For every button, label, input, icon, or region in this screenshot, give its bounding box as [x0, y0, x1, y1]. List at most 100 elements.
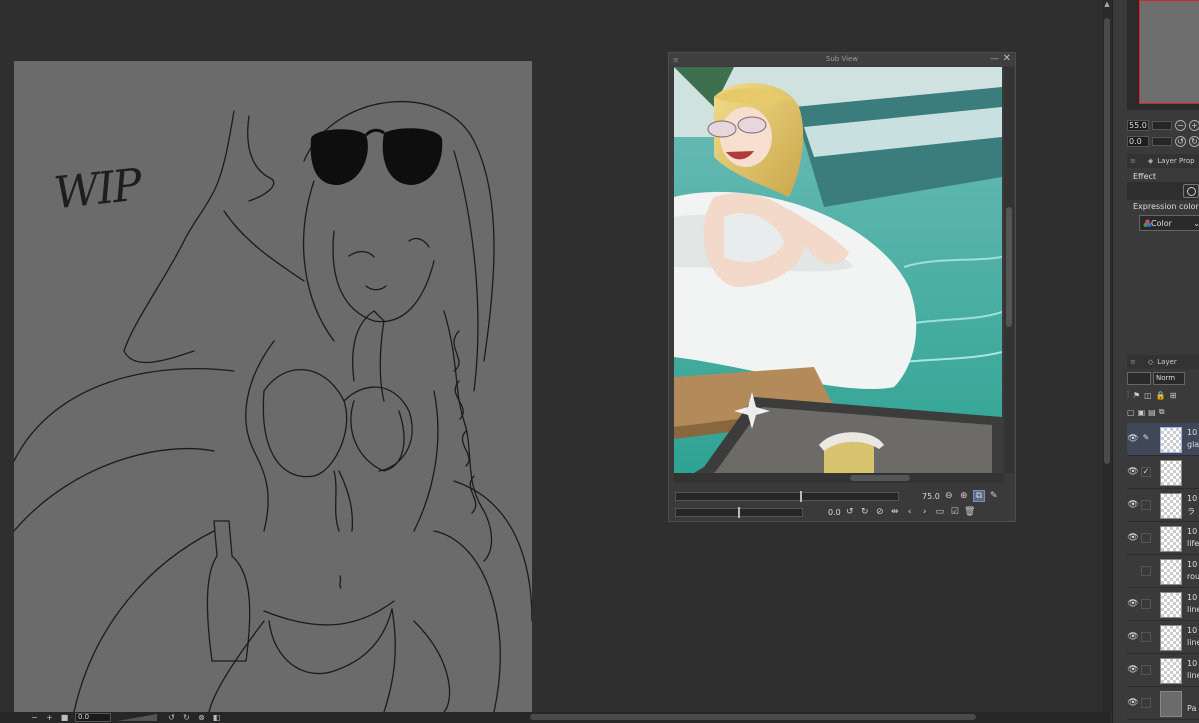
flip-horizontal-icon[interactable]: ⇹ — [889, 506, 901, 518]
layer-lock-toggle[interactable] — [1141, 665, 1151, 675]
layer-row[interactable]: 👁 10 life — [1127, 522, 1199, 555]
zoom-in-icon[interactable]: + — [45, 713, 54, 722]
flip-icon[interactable]: ◧ — [212, 713, 221, 722]
sub-view-vertical-scrollbar[interactable] — [1004, 67, 1014, 473]
eyedropper-icon[interactable]: ✎ — [988, 490, 1000, 502]
minimize-icon[interactable]: — — [990, 54, 999, 64]
navigator-view-frame[interactable] — [1139, 0, 1199, 104]
layer-row[interactable]: 👁 10 line — [1127, 621, 1199, 654]
drawing-canvas[interactable]: WIP — [14, 61, 532, 712]
layer-row[interactable]: 👁 10 line — [1127, 654, 1199, 687]
layer-panel-header[interactable]: ≡ ◇ Layer — [1127, 355, 1199, 369]
close-icon[interactable]: ✕ — [1003, 53, 1011, 64]
chevron-down-icon: ⌄ — [1193, 219, 1199, 228]
layer-thumbnail[interactable] — [1160, 658, 1182, 684]
fit-view-icon[interactable]: ⧉ — [972, 490, 985, 502]
draft-layer-icon[interactable]: ◫ — [1144, 391, 1152, 400]
layer-row[interactable]: 👁 Pa — [1127, 687, 1199, 720]
reset-rotation-icon[interactable]: ⊘ — [874, 506, 886, 518]
layer-lock-toggle[interactable] — [1141, 566, 1151, 576]
zoom-in-icon[interactable]: ⊕ — [958, 490, 970, 502]
navigator-panel[interactable] — [1127, 0, 1199, 110]
visibility-eye-icon[interactable]: 👁 — [1127, 533, 1139, 543]
blend-mode-dropdown[interactable]: Norm — [1153, 371, 1185, 385]
visibility-eye-icon[interactable]: 👁 — [1127, 665, 1139, 675]
panel-grip-icon[interactable]: ≡ — [1130, 157, 1136, 165]
zoom-slider[interactable] — [675, 490, 899, 502]
new-folder-icon[interactable]: ▤ — [1148, 408, 1156, 417]
navigator-zoom-field[interactable]: 55.0 — [1127, 120, 1149, 131]
rotate-left-icon[interactable]: ↺ — [844, 506, 856, 518]
layer-thumbnail[interactable] — [1160, 625, 1182, 651]
new-vector-layer-icon[interactable]: ▣ — [1138, 408, 1146, 417]
rotation-slider[interactable] — [675, 506, 803, 518]
canvas-horizontal-scrollbar[interactable] — [530, 714, 976, 720]
reference-image[interactable] — [674, 67, 1002, 473]
navigator-rotation-field[interactable]: 0.0 — [1127, 136, 1149, 147]
reference-layer-icon[interactable]: ⚑ — [1133, 391, 1140, 400]
status-slider[interactable] — [117, 714, 157, 721]
rotate-right-icon[interactable]: ↻ — [859, 506, 871, 518]
import-image-icon[interactable]: ☑ — [949, 506, 961, 518]
border-effect-button[interactable] — [1183, 184, 1199, 198]
layer-thumbnail[interactable] — [1160, 691, 1182, 717]
layer-row[interactable]: 👁 ✎ 10 gla — [1127, 423, 1199, 456]
navigator-rotation-slider[interactable] — [1152, 137, 1172, 146]
scroll-up-arrow-icon[interactable]: ▲ — [1103, 0, 1111, 8]
layer-property-header[interactable]: ≡ ◈ Layer Prop — [1127, 154, 1199, 168]
reset-rotation-icon[interactable]: ⊗ — [197, 713, 206, 722]
panel-grip-icon[interactable]: ≡ — [1130, 358, 1136, 366]
fit-screen-icon[interactable]: ■ — [60, 713, 69, 722]
layer-lock-toggle[interactable] — [1141, 698, 1151, 708]
layer-lock-toggle[interactable] — [1141, 632, 1151, 642]
clip-icon[interactable]: ⫶ — [1127, 390, 1129, 400]
check-icon[interactable]: ✓ — [1141, 467, 1151, 477]
layer-lock-toggle[interactable] — [1141, 599, 1151, 609]
zoom-out-icon[interactable]: ⊖ — [943, 490, 955, 502]
lock-icon[interactable]: 🔒 — [1156, 391, 1166, 400]
previous-image-icon[interactable]: ‹ — [904, 506, 916, 518]
visibility-eye-icon[interactable]: 👁 — [1127, 599, 1139, 609]
layer-row[interactable]: 👁 10 ラ — [1127, 489, 1199, 522]
layer-opacity: 10 — [1187, 494, 1198, 503]
rotate-right-icon[interactable]: ↻ — [182, 713, 191, 722]
layer-thumbnail[interactable] — [1160, 526, 1182, 552]
layer-thumbnail[interactable] — [1160, 460, 1182, 486]
expression-color-dropdown[interactable]: Color ⌄ — [1139, 215, 1199, 231]
new-raster-layer-icon[interactable]: ▢ — [1127, 408, 1135, 417]
visibility-eye-icon[interactable]: 👁 — [1127, 698, 1139, 708]
visibility-eye-icon[interactable]: 👁 — [1127, 467, 1139, 477]
layer-thumbnail[interactable] — [1160, 493, 1182, 519]
layer-row[interactable]: 👁 10 rou — [1127, 555, 1199, 588]
open-folder-icon[interactable]: ▭ — [934, 506, 946, 518]
layer-name: line — [1187, 638, 1199, 647]
rotate-right-icon[interactable]: ↻ — [1189, 136, 1199, 147]
visibility-eye-icon[interactable]: 👁 — [1127, 500, 1139, 510]
rotation-field[interactable]: 0.0 — [75, 713, 111, 722]
layer-color-dropdown[interactable] — [1127, 371, 1151, 385]
layer-thumbnail[interactable] — [1160, 592, 1182, 618]
delete-icon[interactable]: 🗑 — [964, 506, 976, 518]
panel-grip-icon[interactable]: ≡ — [673, 56, 679, 64]
transfer-layer-icon[interactable]: ⧉ — [1159, 407, 1165, 417]
visibility-eye-icon[interactable]: 👁 — [1127, 566, 1139, 576]
navigator-zoom-slider[interactable] — [1152, 121, 1172, 130]
lock-transparency-icon[interactable]: ⊞ — [1170, 391, 1177, 400]
layer-thumbnail[interactable] — [1160, 559, 1182, 585]
visibility-eye-icon[interactable]: 👁 — [1127, 632, 1139, 642]
layer-row[interactable]: 👁 10 line — [1127, 588, 1199, 621]
rotate-left-icon[interactable]: ↺ — [167, 713, 176, 722]
layer-lock-toggle[interactable] — [1141, 500, 1151, 510]
visibility-eye-icon[interactable]: 👁 — [1127, 434, 1139, 444]
sub-view-horizontal-scrollbar[interactable] — [674, 473, 1004, 483]
layer-lock-toggle[interactable] — [1141, 533, 1151, 543]
layer-row[interactable]: 👁 ✓ — [1127, 456, 1199, 489]
canvas-vertical-scroll-thumb[interactable] — [1104, 18, 1110, 464]
zoom-in-icon[interactable]: + — [1189, 120, 1199, 131]
next-image-icon[interactable]: › — [919, 506, 931, 518]
zoom-out-icon[interactable]: − — [1175, 120, 1186, 131]
zoom-out-icon[interactable]: − — [30, 713, 39, 722]
layer-thumbnail[interactable] — [1160, 427, 1182, 453]
rotate-left-icon[interactable]: ↺ — [1175, 136, 1186, 147]
edit-pen-icon[interactable]: ✎ — [1141, 434, 1151, 444]
